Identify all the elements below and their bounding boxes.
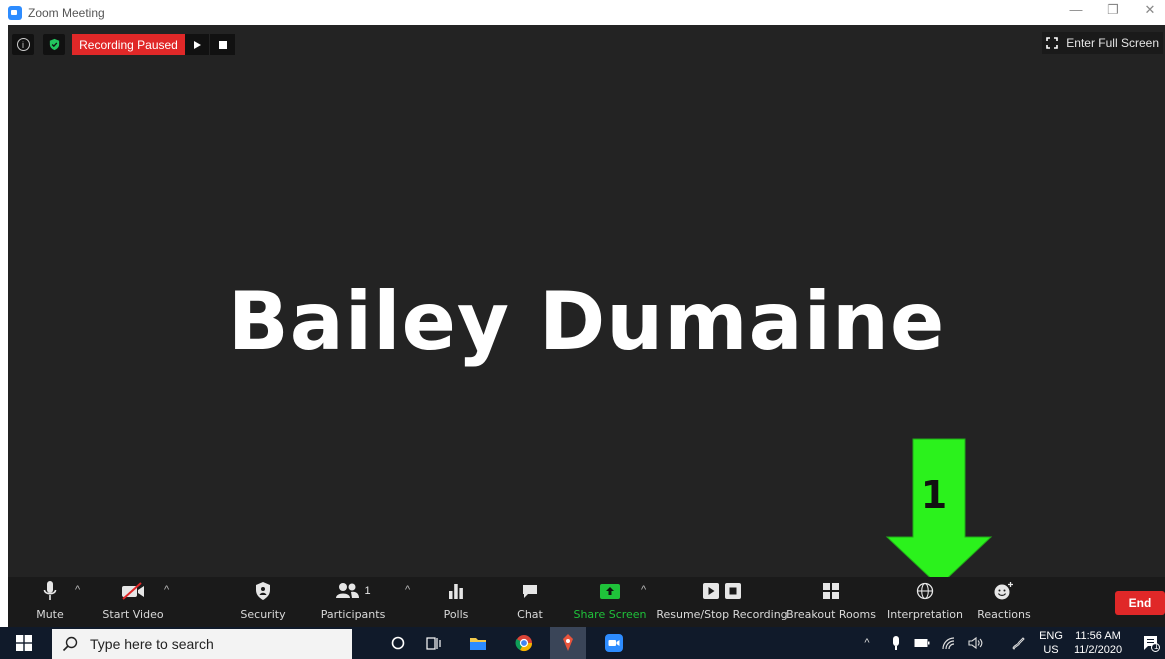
task-view-icon: [426, 637, 441, 650]
participants-count: 1: [364, 585, 371, 597]
breakout-rooms-button[interactable]: Breakout Rooms: [786, 577, 876, 627]
taskbar-clock[interactable]: 11:56 AM 11/2/2020: [1068, 629, 1128, 657]
window-title: Zoom Meeting: [28, 5, 105, 20]
mute-button[interactable]: Mute: [30, 577, 70, 627]
pen-ink-icon[interactable]: [1007, 627, 1031, 659]
snipping-tool-button[interactable]: [550, 627, 586, 659]
notification-count: 1: [1154, 642, 1159, 651]
annotation-number: 1: [920, 473, 948, 517]
globe-icon: [916, 582, 934, 600]
battery-icon[interactable]: [910, 627, 934, 659]
cortana-circle-icon: [391, 636, 405, 650]
smiley-add-icon: [994, 582, 1013, 600]
meeting-info-button[interactable]: i: [12, 34, 34, 55]
chrome-icon: [515, 635, 533, 652]
security-label: Security: [240, 608, 286, 621]
stop-icon: [218, 40, 227, 49]
start-video-label: Start Video: [102, 608, 164, 621]
keyboard-layout: US: [1043, 644, 1059, 656]
windows-logo-icon: [16, 635, 32, 651]
reactions-button[interactable]: Reactions: [974, 577, 1034, 627]
interpretation-button[interactable]: Interpretation: [885, 577, 965, 627]
close-button[interactable]: ✕: [1135, 2, 1165, 18]
share-screen-label: Share Screen: [573, 608, 647, 621]
chat-button[interactable]: Chat: [510, 577, 550, 627]
encryption-shield-button[interactable]: [43, 34, 65, 55]
interpretation-label: Interpretation: [887, 608, 963, 621]
windows-start-button[interactable]: [0, 627, 48, 659]
volume-icon[interactable]: [964, 627, 988, 659]
windows-taskbar: Type here to search ^ ENG US 11:56 AM 11…: [0, 627, 1165, 659]
zoom-taskbar-button[interactable]: [596, 627, 632, 659]
mute-label: Mute: [36, 608, 64, 621]
resume-recording-icon: [703, 583, 719, 599]
chrome-button[interactable]: [506, 627, 542, 659]
minimize-button[interactable]: —: [1061, 2, 1091, 17]
video-off-icon: [122, 582, 144, 600]
folder-icon: [470, 638, 486, 650]
share-options-caret-icon[interactable]: ^: [641, 584, 646, 596]
fullscreen-label: Enter Full Screen: [1066, 36, 1159, 50]
clock-date: 11/2/2020: [1073, 644, 1123, 656]
taskbar-search-box[interactable]: Type here to search: [52, 629, 352, 659]
zoom-app-icon: [8, 5, 22, 20]
polls-bar-chart-icon: [449, 584, 463, 599]
participants-button[interactable]: 1 Participants: [313, 577, 393, 627]
meeting-toolbar: Mute ^ Start Video ^ Security 1 Particip…: [8, 577, 1165, 627]
resume-stop-recording-label: Resume/Stop Recording: [656, 608, 788, 621]
recording-status-badge: Recording Paused: [72, 34, 185, 55]
fullscreen-icon: [1046, 37, 1059, 49]
meeting-video-area: i Recording Paused Enter Full Screen Bai…: [8, 25, 1165, 587]
chat-label: Chat: [517, 608, 543, 621]
audio-options-caret-icon[interactable]: ^: [75, 584, 80, 596]
stop-recording-icon: [725, 583, 741, 599]
polls-button[interactable]: Polls: [436, 577, 476, 627]
microphone-icon: [43, 581, 57, 600]
input-language-indicator[interactable]: ENG US: [1037, 629, 1065, 657]
microphone-tray-icon[interactable]: [885, 627, 907, 659]
security-button[interactable]: Security: [233, 577, 293, 627]
title-bar: Zoom Meeting — ❐ ✕: [0, 0, 1165, 25]
breakout-rooms-label: Breakout Rooms: [786, 608, 876, 621]
clock-time: 11:56 AM: [1075, 630, 1121, 642]
wifi-icon[interactable]: [937, 627, 961, 659]
zoom-camera-icon: [605, 634, 623, 652]
snipping-tool-icon: [563, 634, 573, 651]
enter-full-screen-button[interactable]: Enter Full Screen: [1042, 32, 1163, 54]
search-icon: [62, 636, 78, 652]
resume-stop-recording-button[interactable]: Resume/Stop Recording: [656, 577, 788, 627]
task-view-button[interactable]: [416, 627, 452, 659]
play-icon: [193, 40, 201, 49]
restore-button[interactable]: ❐: [1098, 2, 1128, 18]
share-screen-icon: [600, 584, 620, 599]
cortana-button[interactable]: [380, 627, 416, 659]
share-screen-button[interactable]: Share Screen: [573, 577, 647, 627]
stop-recording-button[interactable]: [210, 34, 235, 55]
breakout-rooms-icon: [823, 583, 839, 599]
participants-label: Participants: [320, 608, 386, 621]
search-placeholder: Type here to search: [90, 636, 214, 652]
action-center-button[interactable]: 1: [1136, 627, 1165, 659]
file-explorer-button[interactable]: [460, 627, 496, 659]
polls-label: Polls: [443, 608, 469, 621]
reactions-label: Reactions: [977, 608, 1031, 621]
shield-check-icon: [49, 38, 59, 51]
info-icon: i: [16, 38, 30, 51]
participant-name: Bailey Dumaine: [227, 275, 946, 368]
security-shield-icon: [256, 582, 270, 600]
show-hidden-icons-button[interactable]: ^: [857, 627, 877, 659]
chat-bubble-icon: [523, 585, 537, 598]
video-options-caret-icon[interactable]: ^: [164, 584, 169, 596]
participants-icon: [336, 583, 360, 598]
resume-recording-button[interactable]: [185, 34, 209, 55]
language-code: ENG: [1039, 630, 1063, 642]
end-meeting-button[interactable]: End: [1115, 591, 1165, 615]
participants-options-caret-icon[interactable]: ^: [405, 584, 410, 596]
